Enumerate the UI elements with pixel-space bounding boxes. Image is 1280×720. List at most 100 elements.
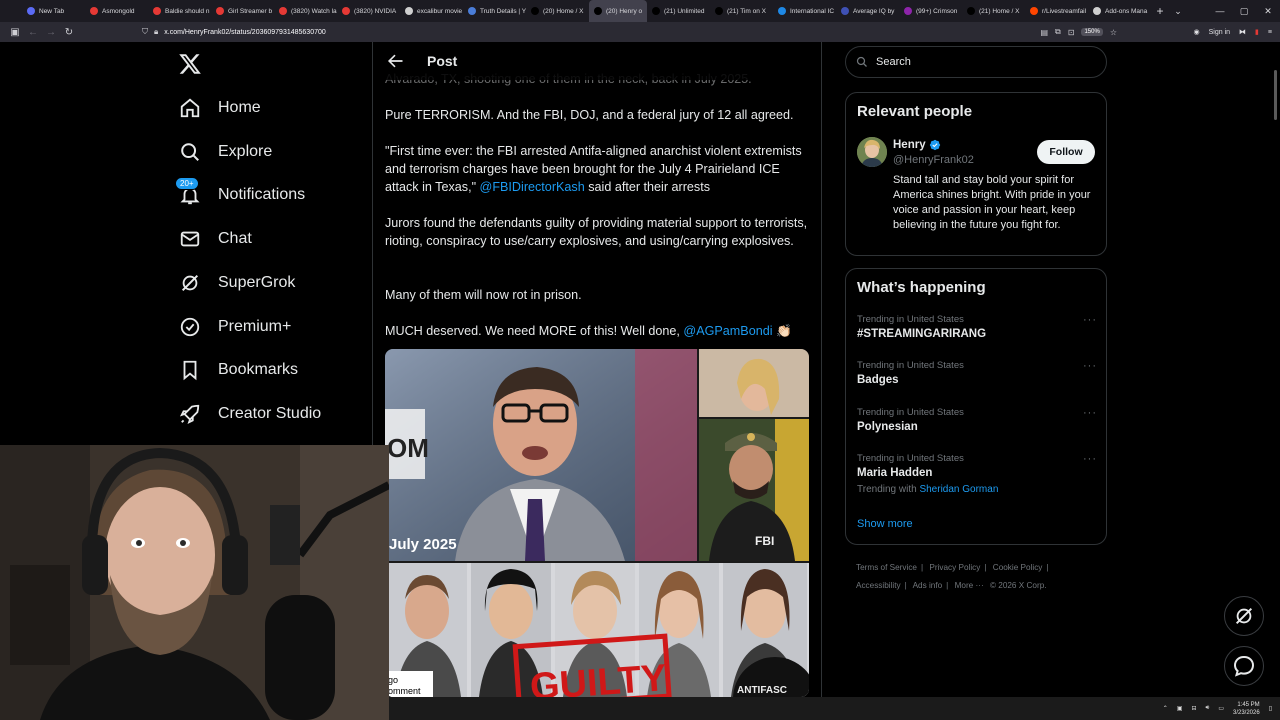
back-arrow-icon[interactable] (385, 51, 405, 71)
footer-link-ads[interactable]: Ads info (913, 581, 943, 590)
search-input[interactable] (876, 56, 1076, 68)
browser-tab[interactable]: Average IQ by (836, 0, 899, 22)
browser-tab[interactable]: (20) Henry o✕ (589, 0, 647, 22)
screenshot-icon[interactable]: ⊡ (1068, 28, 1075, 37)
footer-link-cookie[interactable]: Cookie Policy (993, 563, 1043, 572)
lock-icon[interactable]: 🔒︎ (154, 27, 158, 37)
more-options-icon[interactable]: ··· (1083, 453, 1097, 465)
tab-label[interactable]: (21) Tim on X (727, 8, 766, 15)
browser-tab[interactable]: (3820) NVIDIA (337, 0, 400, 22)
network-icon[interactable]: ⊟ (1192, 705, 1197, 712)
trend-item[interactable]: Trending in United States Maria Hadden T… (857, 453, 1097, 495)
tab-label[interactable]: International IC (790, 8, 834, 15)
new-tab-button[interactable]: + (1151, 4, 1169, 18)
browser-tab[interactable]: (20) Home / X (526, 0, 589, 22)
maximize-icon[interactable]: ▢ (1232, 6, 1256, 17)
person-name-text[interactable]: Henry (893, 139, 926, 151)
tab-label[interactable]: (3820) Watch la (291, 8, 337, 15)
account-icon[interactable]: ◉ (1194, 28, 1200, 36)
trend-item[interactable]: Trending in United States Polynesian ··· (857, 407, 1097, 433)
person-name[interactable]: Henry (893, 139, 941, 151)
post-media-image[interactable]: OM July 2025 FBI GUILTY go omment ANTIFA… (385, 349, 809, 697)
tab-label[interactable]: (21) Unlimited (664, 8, 704, 15)
x-logo-icon[interactable] (178, 52, 202, 76)
browser-tab[interactable]: excalibur movie (400, 0, 463, 22)
tab-label[interactable]: Truth Details | Y (480, 8, 526, 15)
browser-tab[interactable]: Baldie should n (148, 0, 211, 22)
sidebar-item-creator-studio[interactable]: Creator Studio (178, 399, 321, 429)
browser-tab[interactable]: International IC (773, 0, 836, 22)
trend-item[interactable]: Trending in United States #STREAMINGARIR… (857, 314, 1097, 340)
more-options-icon[interactable]: ··· (1083, 407, 1097, 419)
more-options-icon[interactable]: ··· (1083, 360, 1097, 372)
menu-icon[interactable]: ≡ (1268, 29, 1272, 36)
reader-icon[interactable]: ▤ (1040, 28, 1048, 37)
tab-label[interactable]: excalibur movie (417, 8, 462, 15)
extension-badge-icon[interactable]: ▮ (1255, 28, 1259, 36)
tab-label[interactable]: Girl Streamer b (228, 8, 272, 15)
page-scrollbar[interactable] (1274, 70, 1277, 120)
footer-link-more[interactable]: More ··· (955, 581, 984, 590)
back-icon[interactable]: ← (24, 27, 42, 38)
messages-button[interactable] (1224, 646, 1264, 686)
tab-label[interactable]: Baldie should n (165, 8, 209, 15)
forward-icon[interactable]: → (42, 27, 60, 38)
tab-label[interactable]: (99+) Crimson (916, 8, 957, 15)
footer-link-accessibility[interactable]: Accessibility (856, 581, 901, 590)
tab-label[interactable]: Add-ons Mana (1105, 8, 1147, 15)
tab-label[interactable]: (20) Home / X (543, 8, 583, 15)
browser-tab[interactable]: (99+) Crimson (899, 0, 962, 22)
sidebar-item-chat[interactable]: Chat (178, 224, 252, 254)
browser-tab[interactable]: r/Livestreamfail (1025, 0, 1088, 22)
browser-tab[interactable]: (3820) Watch la (274, 0, 337, 22)
bookmark-star-icon[interactable]: ☆ (1110, 28, 1117, 37)
tray-chevron-icon[interactable]: ⌃ (1163, 705, 1168, 712)
footer-link-privacy[interactable]: Privacy Policy (929, 563, 980, 572)
tab-label[interactable]: Asmongold (102, 8, 135, 15)
browser-tab[interactable]: (21) Home / X (962, 0, 1025, 22)
trend-title[interactable]: Badges (857, 374, 1097, 386)
browser-tab[interactable]: (21) Tim on X (710, 0, 773, 22)
minimize-icon[interactable]: — (1208, 6, 1232, 16)
trend-with-link[interactable]: Sheridan Gorman (919, 484, 998, 495)
tab-label[interactable]: (20) Henry o (606, 8, 642, 15)
sign-in-link[interactable]: Sign in (1209, 29, 1230, 36)
sidebar-item-explore[interactable]: Explore (178, 137, 272, 167)
sidebar-item-premium[interactable]: Premium+ (178, 312, 291, 342)
avatar[interactable] (857, 137, 887, 167)
tab-label[interactable]: (3820) NVIDIA (354, 8, 396, 15)
tab-list-button[interactable]: ⌄ (1169, 6, 1187, 17)
person-handle[interactable]: @HenryFrank02 (893, 154, 974, 166)
browser-tab[interactable]: Asmongold (85, 0, 148, 22)
url-text[interactable]: x.com/HenryFrank02/status/20360979314856… (164, 29, 326, 36)
url-bar[interactable]: ⛉ 🔒︎ x.com/HenryFrank02/status/203609793… (136, 24, 1121, 40)
mention-agpambondi[interactable]: @AGPamBondi (683, 324, 772, 338)
browser-tab[interactable]: Girl Streamer b (211, 0, 274, 22)
reload-icon[interactable]: ↻ (60, 27, 78, 38)
footer-link-terms[interactable]: Terms of Service (856, 563, 917, 572)
sidebar-item-supergrok[interactable]: SuperGrok (178, 268, 295, 298)
zoom-level[interactable]: 150% (1081, 28, 1103, 36)
trend-item[interactable]: Trending in United States Badges ··· (857, 360, 1097, 386)
browser-tab[interactable]: Add-ons Mana (1088, 0, 1151, 22)
trend-title[interactable]: Polynesian (857, 421, 1097, 433)
browser-tab[interactable]: (21) Unlimited (647, 0, 710, 22)
more-options-icon[interactable]: ··· (1083, 314, 1097, 326)
sidebar-item-home[interactable]: Home (178, 93, 261, 123)
tab-label[interactable]: New Tab (39, 8, 64, 15)
battery-icon[interactable]: ▭ (1218, 705, 1224, 712)
volume-icon[interactable]: 🔊︎ (1206, 705, 1210, 712)
close-window-icon[interactable]: ✕ (1256, 6, 1280, 17)
show-more-link[interactable]: Show more (857, 518, 913, 530)
browser-tab[interactable]: Truth Details | Y (463, 0, 526, 22)
sidebar-toggle-icon[interactable]: ▣ (6, 27, 24, 38)
sidebar-item-bookmarks[interactable]: Bookmarks (178, 355, 298, 385)
trend-title[interactable]: Maria Hadden (857, 467, 1097, 479)
tray-app-icon[interactable]: ▣ (1177, 705, 1183, 712)
search-box[interactable] (845, 46, 1107, 78)
notification-center-icon[interactable]: ▯ (1269, 705, 1272, 712)
grok-button[interactable] (1224, 596, 1264, 636)
tab-label[interactable]: r/Livestreamfail (1042, 8, 1086, 15)
shield-icon[interactable]: ⛉ (142, 27, 148, 37)
system-clock[interactable]: 1:45 PM 3/23/2026 (1233, 701, 1260, 717)
